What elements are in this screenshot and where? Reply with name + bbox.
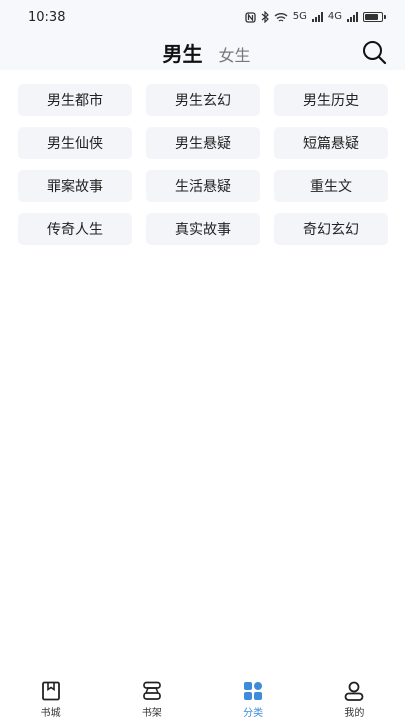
search-icon[interactable] [361, 39, 387, 65]
category-chip[interactable]: 传奇人生 [18, 213, 132, 245]
nav-category[interactable]: 分类 [213, 680, 293, 719]
nav-label: 我的 [344, 708, 365, 719]
network-4g-label: 4G [327, 11, 342, 22]
nfc-icon [245, 11, 256, 23]
category-chip[interactable]: 男生仙侠 [18, 127, 132, 159]
category-chip[interactable]: 男生悬疑 [146, 127, 260, 159]
category-chip[interactable]: 短篇悬疑 [274, 127, 388, 159]
category-chip[interactable]: 男生历史 [274, 84, 388, 116]
bookstore-icon [41, 681, 60, 701]
wifi-icon [274, 12, 288, 22]
nav-bookstore[interactable]: 书城 [11, 680, 91, 719]
nav-bookshelf[interactable]: 书架 [112, 680, 192, 719]
signal-icon-2 [347, 12, 358, 22]
bluetooth-icon [261, 11, 269, 23]
nav-label: 书城 [40, 708, 61, 719]
category-icon [244, 682, 263, 700]
gender-tabs: 男生 女生 [162, 38, 250, 67]
nav-label: 分类 [243, 708, 264, 719]
status-bar: 10:38 5G 4G [0, 0, 405, 34]
bottom-nav: 书城 书架 分类 我的 [0, 678, 405, 720]
header: 男生 女生 [0, 34, 405, 70]
tab-male[interactable]: 男生 [162, 38, 202, 67]
status-icons: 5G 4G [245, 11, 386, 23]
profile-icon [344, 681, 364, 701]
category-grid: 男生都市 男生玄幻 男生历史 男生仙侠 男生悬疑 短篇悬疑 罪案故事 生活悬疑 … [18, 84, 388, 245]
signal-icon [311, 12, 323, 22]
category-chip[interactable]: 真实故事 [146, 213, 260, 245]
status-time: 10:38 [28, 9, 66, 25]
category-chip[interactable]: 男生玄幻 [146, 84, 260, 116]
category-chip[interactable]: 奇幻玄幻 [274, 213, 388, 245]
nav-label: 书架 [141, 708, 162, 719]
category-chip[interactable]: 重生文 [274, 170, 388, 202]
category-chip[interactable]: 罪案故事 [18, 170, 132, 202]
tab-female[interactable]: 女生 [218, 42, 250, 66]
bookshelf-icon [143, 681, 161, 700]
network-5g-label: 5G [292, 11, 307, 22]
nav-profile[interactable]: 我的 [314, 680, 394, 719]
category-chip[interactable]: 男生都市 [18, 84, 132, 116]
battery-icon [363, 12, 386, 22]
category-chip[interactable]: 生活悬疑 [146, 170, 260, 202]
